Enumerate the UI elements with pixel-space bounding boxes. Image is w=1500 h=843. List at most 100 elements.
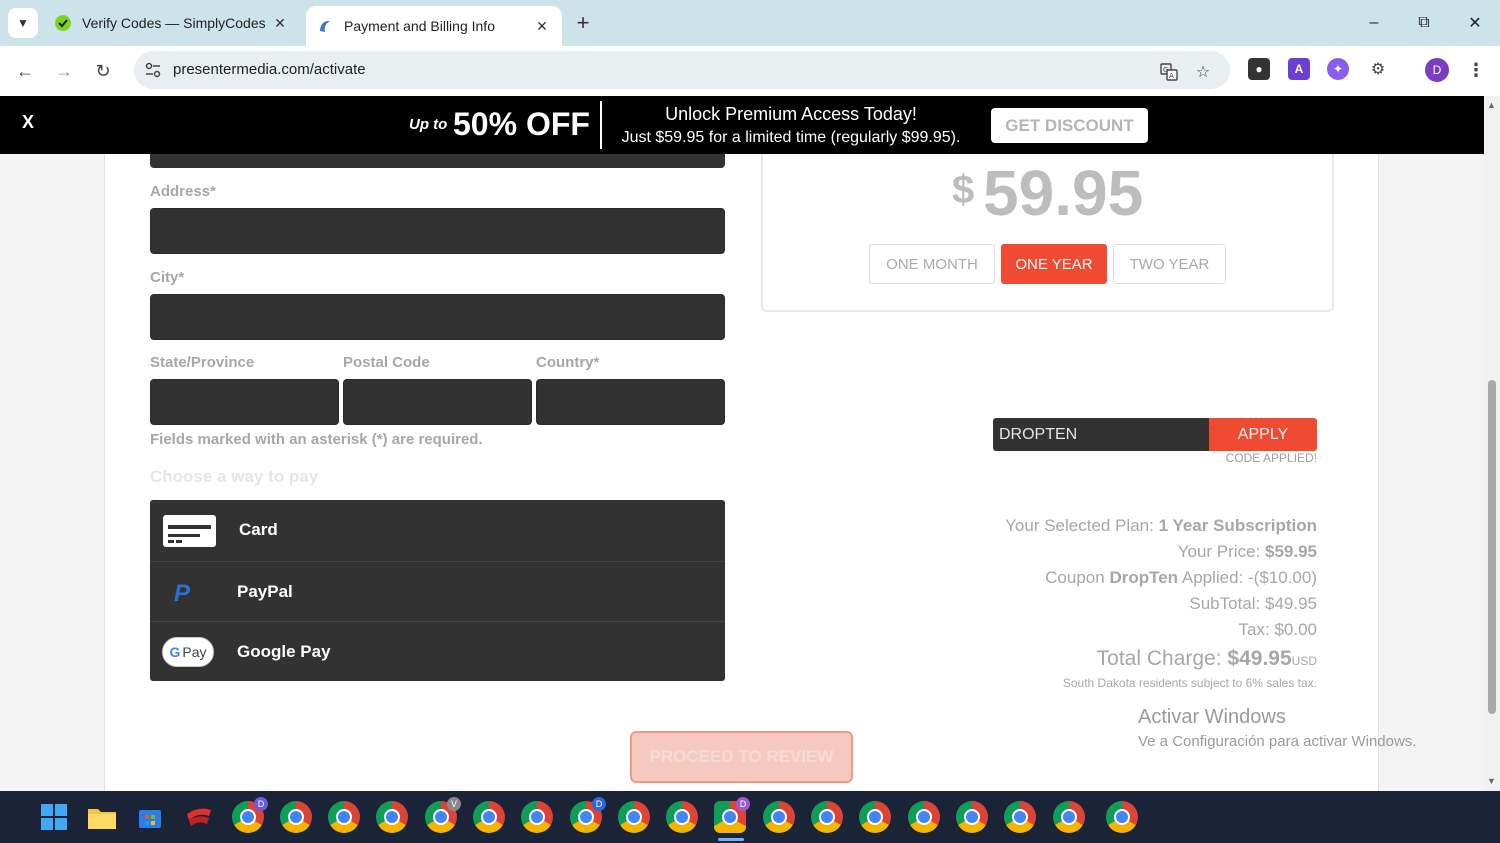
forward-arrow-icon[interactable]: → — [49, 56, 79, 86]
scroll-down-arrow-icon[interactable]: ▼ — [1487, 776, 1496, 786]
chrome-icon[interactable] — [1106, 801, 1138, 833]
back-arrow-icon[interactable]: ← — [10, 56, 40, 86]
chrome-icon[interactable] — [376, 801, 408, 833]
promo-discount: 50% OFF — [453, 106, 590, 142]
chrome-icon[interactable] — [908, 801, 940, 833]
chrome-icon[interactable]: D — [232, 797, 268, 833]
windows-start-icon[interactable] — [38, 801, 70, 833]
country-select[interactable] — [536, 379, 725, 425]
address-bar[interactable]: presentermedia.com/activate GA ☆ — [134, 51, 1230, 89]
pay-option-label: Google Pay — [237, 641, 331, 661]
chrome-icon[interactable]: V — [425, 797, 461, 833]
price-currency: $ — [952, 168, 975, 212]
extension-purple-icon[interactable]: ✦ — [1327, 58, 1349, 80]
summary-subtotal: SubTotal: $49.95 — [1189, 594, 1317, 613]
pay-option-google-pay[interactable]: G Pay Google Pay — [150, 621, 725, 681]
get-discount-button[interactable]: GET DISCOUNT — [991, 108, 1148, 143]
simplycodes-favicon-icon — [54, 14, 72, 32]
tab-search-button[interactable]: ▼ — [8, 8, 38, 38]
site-settings-icon[interactable] — [144, 61, 162, 79]
city-input[interactable] — [150, 294, 725, 340]
google-pay-icon: G Pay — [162, 637, 214, 667]
chrome-icon[interactable] — [763, 801, 795, 833]
chrome-icon[interactable]: D — [570, 797, 606, 833]
translate-icon[interactable]: GA — [1158, 61, 1180, 83]
scroll-up-arrow-icon[interactable]: ▲ — [1487, 100, 1496, 110]
promo-close-button[interactable]: X — [22, 112, 34, 133]
chrome-icon[interactable] — [328, 801, 360, 833]
close-window-icon[interactable]: ✕ — [1462, 10, 1488, 36]
promo-up-to: Up to — [409, 116, 448, 133]
plan-one-month-button[interactable]: ONE MONTH — [869, 244, 995, 284]
chrome-icon[interactable] — [280, 801, 312, 833]
chrome-icon[interactable] — [618, 801, 650, 833]
tab-title: Verify Codes — SimplyCodes — [82, 15, 266, 31]
reload-icon[interactable]: ↻ — [88, 56, 118, 86]
taskbar: D V D D — [0, 791, 1500, 843]
postal-code-input[interactable] — [343, 379, 532, 425]
chrome-icon[interactable] — [859, 801, 891, 833]
city-label: City* — [150, 269, 185, 286]
address-label: Address* — [150, 183, 216, 200]
country-label: Country* — [536, 354, 600, 371]
url-text: presentermedia.com/activate — [173, 61, 366, 78]
state-input[interactable] — [150, 379, 339, 425]
plan-one-year-button[interactable]: ONE YEAR — [1001, 244, 1107, 284]
close-tab-icon[interactable]: ✕ — [270, 13, 290, 33]
minimize-icon[interactable]: – — [1361, 10, 1387, 36]
chrome-icon-active[interactable]: D — [714, 797, 750, 833]
plan-two-year-button[interactable]: TWO YEAR — [1113, 244, 1226, 284]
extension-a-icon[interactable]: A — [1288, 58, 1310, 80]
credit-card-icon — [163, 515, 216, 547]
windows-activation-watermark: Activar Windows Ve a Configuración para … — [1138, 706, 1417, 750]
browser-menu-icon[interactable]: ⋮ — [1464, 58, 1488, 82]
profile-avatar[interactable]: D — [1425, 58, 1449, 82]
tab-payment-billing[interactable]: Payment and Billing Info ✕ — [306, 6, 562, 46]
restore-icon[interactable]: ⧉ — [1411, 10, 1437, 36]
chrome-icon[interactable] — [811, 801, 843, 833]
chrome-icon[interactable] — [956, 801, 988, 833]
tab-simplycodes[interactable]: Verify Codes — SimplyCodes ✕ — [44, 6, 300, 40]
chrome-icon[interactable] — [666, 801, 698, 833]
promo-subline: Just $59.95 for a limited time (regularl… — [621, 129, 961, 146]
chrome-icon[interactable] — [521, 801, 553, 833]
chrome-icon[interactable] — [473, 801, 505, 833]
active-app-indicator — [718, 838, 744, 841]
promo-headline: Unlock Premium Access Today! — [665, 104, 917, 124]
file-explorer-icon[interactable] — [86, 801, 118, 833]
pay-option-card[interactable]: Card — [150, 500, 725, 560]
chevron-down-icon: ▼ — [17, 16, 29, 30]
choose-payment-heading: Choose a way to pay — [150, 467, 319, 486]
extensions-puzzle-icon[interactable]: ⚙ — [1367, 58, 1389, 80]
new-tab-button[interactable]: + — [570, 10, 596, 36]
apply-coupon-button[interactable]: APPLY — [1209, 418, 1317, 451]
state-label: State/Province — [150, 354, 255, 371]
summary-price: Your Price: $59.95 — [1177, 542, 1317, 561]
page-viewport: X Up to 50% OFF Unlock Premium Access To… — [0, 96, 1484, 791]
summary-plan: Your Selected Plan: 1 Year Subscription — [1005, 516, 1317, 535]
svg-text:A: A — [1169, 72, 1174, 80]
payment-methods: Card P PayPal G Pay Google Pay — [150, 500, 725, 681]
browser-toolbar: ← → ↻ presentermedia.com/activate GA ☆ ●… — [0, 46, 1500, 96]
postal-code-label: Postal Code — [343, 354, 430, 371]
proceed-to-review-button[interactable]: PROCEED TO REVIEW — [630, 731, 853, 783]
pay-option-paypal[interactable]: P PayPal — [150, 561, 725, 621]
pay-option-label: PayPal — [237, 581, 293, 601]
presentermedia-favicon-icon — [316, 17, 334, 35]
extension-dark-icon[interactable]: ● — [1248, 58, 1270, 80]
paypal-icon: P — [174, 580, 191, 607]
coupon-status: CODE APPLIED! — [1225, 451, 1317, 465]
chrome-icon[interactable] — [1053, 801, 1085, 833]
required-note: Fields marked with an asterisk (*) are r… — [150, 431, 483, 448]
address-input[interactable] — [150, 208, 725, 254]
promo-banner: X Up to 50% OFF Unlock Premium Access To… — [0, 96, 1484, 154]
app-red-icon[interactable] — [183, 801, 215, 833]
coupon-input[interactable]: DROPTEN — [993, 418, 1210, 451]
chrome-icon[interactable] — [1004, 801, 1036, 833]
bookmark-star-icon[interactable]: ☆ — [1192, 61, 1214, 83]
scrollbar-thumb[interactable] — [1488, 380, 1496, 714]
microsoft-store-icon[interactable] — [134, 801, 166, 833]
close-tab-icon[interactable]: ✕ — [532, 16, 552, 36]
summary-total: Total Charge: $49.95USD — [1096, 647, 1317, 670]
summary-tax: Tax: $0.00 — [1238, 620, 1317, 639]
